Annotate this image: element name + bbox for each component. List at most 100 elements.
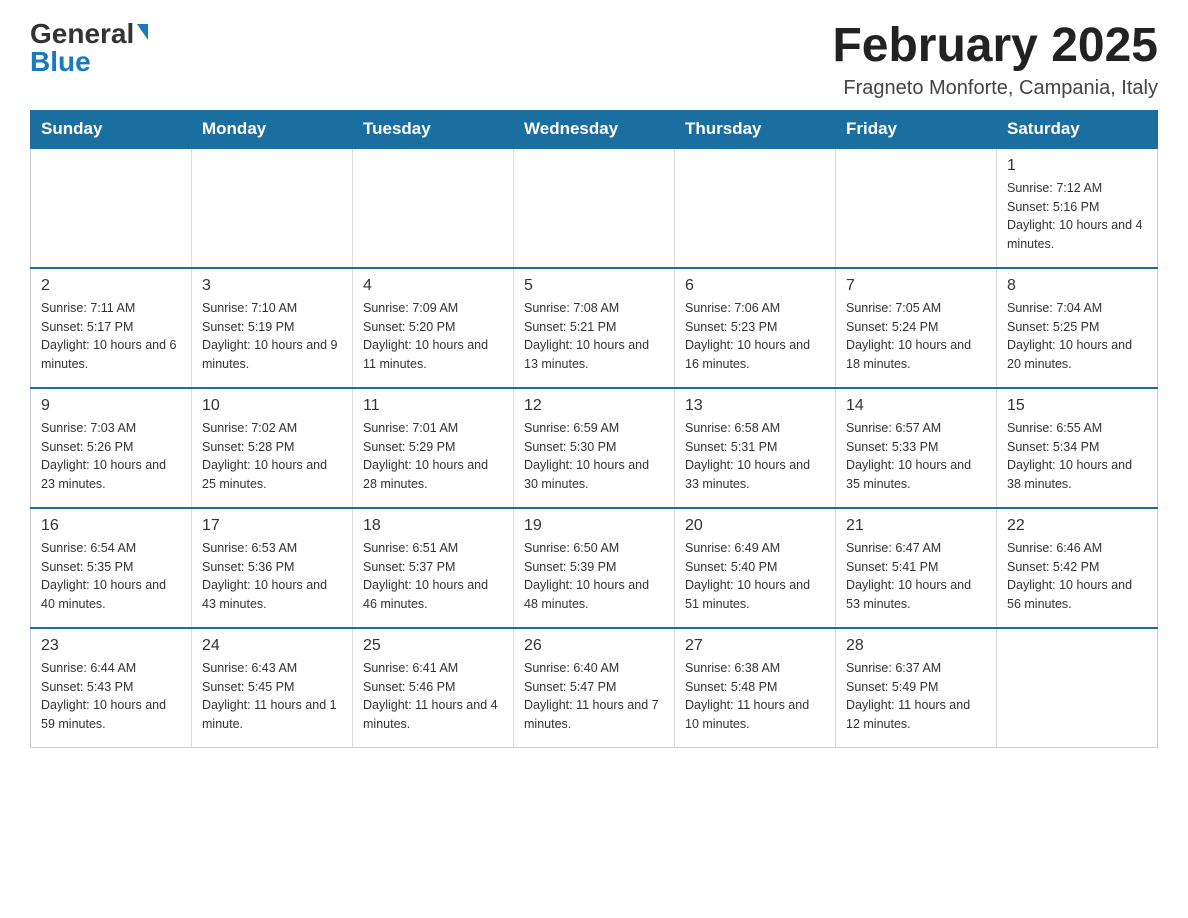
day-number: 27 bbox=[685, 637, 825, 655]
calendar-cell: 7Sunrise: 7:05 AMSunset: 5:24 PMDaylight… bbox=[836, 268, 997, 388]
day-info: Sunrise: 7:11 AMSunset: 5:17 PMDaylight:… bbox=[41, 299, 181, 374]
day-info: Sunrise: 7:06 AMSunset: 5:23 PMDaylight:… bbox=[685, 299, 825, 374]
day-info: Sunrise: 6:59 AMSunset: 5:30 PMDaylight:… bbox=[524, 419, 664, 494]
day-info: Sunrise: 6:47 AMSunset: 5:41 PMDaylight:… bbox=[846, 539, 986, 614]
day-number: 25 bbox=[363, 637, 503, 655]
day-number: 5 bbox=[524, 277, 664, 295]
day-info: Sunrise: 6:40 AMSunset: 5:47 PMDaylight:… bbox=[524, 659, 664, 734]
calendar-cell: 22Sunrise: 6:46 AMSunset: 5:42 PMDayligh… bbox=[997, 508, 1158, 628]
day-info: Sunrise: 6:49 AMSunset: 5:40 PMDaylight:… bbox=[685, 539, 825, 614]
day-number: 13 bbox=[685, 397, 825, 415]
calendar-cell: 17 Sunrise: 6:53 AMSunset: 5:36 PMDayligh… bbox=[192, 508, 353, 628]
day-info: Sunrise: 6:44 AMSunset: 5:43 PMDaylight:… bbox=[41, 659, 181, 734]
calendar-cell bbox=[836, 148, 997, 268]
day-info: Sunrise: 6:57 AMSunset: 5:33 PMDaylight:… bbox=[846, 419, 986, 494]
col-header-sunday: Sunday bbox=[31, 110, 192, 148]
calendar-cell: 25 Sunrise: 6:41 AMSunset: 5:46 PMDayligh… bbox=[353, 628, 514, 748]
col-header-tuesday: Tuesday bbox=[353, 110, 514, 148]
day-number: 2 bbox=[41, 277, 181, 295]
day-number: 12 bbox=[524, 397, 664, 415]
day-number: 24 bbox=[202, 637, 342, 655]
calendar-cell bbox=[353, 148, 514, 268]
calendar-cell: 9 Sunrise: 7:03 AMSunset: 5:26 PMDaylight… bbox=[31, 388, 192, 508]
calendar-cell: 27 Sunrise: 6:38 AMSunset: 5:48 PMDayligh… bbox=[675, 628, 836, 748]
calendar-table: SundayMondayTuesdayWednesdayThursdayFrid… bbox=[30, 110, 1158, 749]
day-number: 21 bbox=[846, 517, 986, 535]
calendar-week-row: 1Sunrise: 7:12 AMSunset: 5:16 PMDaylight… bbox=[31, 148, 1158, 268]
calendar-cell: 20 Sunrise: 6:49 AMSunset: 5:40 PMDayligh… bbox=[675, 508, 836, 628]
day-number: 20 bbox=[685, 517, 825, 535]
col-header-saturday: Saturday bbox=[997, 110, 1158, 148]
col-header-wednesday: Wednesday bbox=[514, 110, 675, 148]
calendar-week-row: 2 Sunrise: 7:11 AMSunset: 5:17 PMDaylight… bbox=[31, 268, 1158, 388]
calendar-subtitle: Fragneto Monforte, Campania, Italy bbox=[832, 77, 1158, 100]
day-info: Sunrise: 7:04 AMSunset: 5:25 PMDaylight:… bbox=[1007, 299, 1147, 374]
calendar-cell: 14 Sunrise: 6:57 AMSunset: 5:33 PMDayligh… bbox=[836, 388, 997, 508]
calendar-cell: 13Sunrise: 6:58 AMSunset: 5:31 PMDayligh… bbox=[675, 388, 836, 508]
calendar-cell bbox=[675, 148, 836, 268]
col-header-thursday: Thursday bbox=[675, 110, 836, 148]
day-info: Sunrise: 7:01 AMSunset: 5:29 PMDaylight:… bbox=[363, 419, 503, 494]
calendar-cell bbox=[514, 148, 675, 268]
calendar-week-row: 9 Sunrise: 7:03 AMSunset: 5:26 PMDaylight… bbox=[31, 388, 1158, 508]
day-info: Sunrise: 6:53 AMSunset: 5:36 PMDaylight:… bbox=[202, 539, 342, 614]
calendar-cell bbox=[997, 628, 1158, 748]
logo: General Blue bbox=[30, 20, 148, 76]
day-number: 6 bbox=[685, 277, 825, 295]
day-info: Sunrise: 6:38 AMSunset: 5:48 PMDaylight:… bbox=[685, 659, 825, 734]
day-info: Sunrise: 6:46 AMSunset: 5:42 PMDaylight:… bbox=[1007, 539, 1147, 614]
day-number: 28 bbox=[846, 637, 986, 655]
calendar-cell: 18Sunrise: 6:51 AMSunset: 5:37 PMDayligh… bbox=[353, 508, 514, 628]
calendar-cell bbox=[192, 148, 353, 268]
day-info: Sunrise: 6:55 AMSunset: 5:34 PMDaylight:… bbox=[1007, 419, 1147, 494]
day-number: 3 bbox=[202, 277, 342, 295]
day-info: Sunrise: 6:43 AMSunset: 5:45 PMDaylight:… bbox=[202, 659, 342, 734]
day-number: 9 bbox=[41, 397, 181, 415]
day-number: 17 bbox=[202, 517, 342, 535]
calendar-header-row: SundayMondayTuesdayWednesdayThursdayFrid… bbox=[31, 110, 1158, 148]
day-info: Sunrise: 7:08 AMSunset: 5:21 PMDaylight:… bbox=[524, 299, 664, 374]
day-info: Sunrise: 7:10 AMSunset: 5:19 PMDaylight:… bbox=[202, 299, 342, 374]
day-number: 26 bbox=[524, 637, 664, 655]
logo-blue-text: Blue bbox=[30, 48, 91, 76]
col-header-monday: Monday bbox=[192, 110, 353, 148]
day-info: Sunrise: 7:02 AMSunset: 5:28 PMDaylight:… bbox=[202, 419, 342, 494]
day-number: 18 bbox=[363, 517, 503, 535]
calendar-cell: 3 Sunrise: 7:10 AMSunset: 5:19 PMDaylight… bbox=[192, 268, 353, 388]
calendar-cell: 11 Sunrise: 7:01 AMSunset: 5:29 PMDayligh… bbox=[353, 388, 514, 508]
day-number: 8 bbox=[1007, 277, 1147, 295]
logo-general-text: General bbox=[30, 20, 134, 48]
day-info: Sunrise: 6:41 AMSunset: 5:46 PMDaylight:… bbox=[363, 659, 503, 734]
day-info: Sunrise: 6:37 AMSunset: 5:49 PMDaylight:… bbox=[846, 659, 986, 734]
day-info: Sunrise: 7:03 AMSunset: 5:26 PMDaylight:… bbox=[41, 419, 181, 494]
calendar-cell: 19Sunrise: 6:50 AMSunset: 5:39 PMDayligh… bbox=[514, 508, 675, 628]
calendar-cell: 10 Sunrise: 7:02 AMSunset: 5:28 PMDayligh… bbox=[192, 388, 353, 508]
day-number: 10 bbox=[202, 397, 342, 415]
title-section: February 2025 Fragneto Monforte, Campani… bbox=[832, 20, 1158, 100]
day-info: Sunrise: 6:50 AMSunset: 5:39 PMDaylight:… bbox=[524, 539, 664, 614]
calendar-cell: 16Sunrise: 6:54 AMSunset: 5:35 PMDayligh… bbox=[31, 508, 192, 628]
calendar-cell: 21 Sunrise: 6:47 AMSunset: 5:41 PMDayligh… bbox=[836, 508, 997, 628]
calendar-cell: 1Sunrise: 7:12 AMSunset: 5:16 PMDaylight… bbox=[997, 148, 1158, 268]
calendar-cell: 6 Sunrise: 7:06 AMSunset: 5:23 PMDaylight… bbox=[675, 268, 836, 388]
calendar-cell: 2 Sunrise: 7:11 AMSunset: 5:17 PMDaylight… bbox=[31, 268, 192, 388]
calendar-title: February 2025 bbox=[832, 20, 1158, 73]
day-info: Sunrise: 7:09 AMSunset: 5:20 PMDaylight:… bbox=[363, 299, 503, 374]
calendar-cell: 5 Sunrise: 7:08 AMSunset: 5:21 PMDaylight… bbox=[514, 268, 675, 388]
calendar-week-row: 23Sunrise: 6:44 AMSunset: 5:43 PMDayligh… bbox=[31, 628, 1158, 748]
day-number: 14 bbox=[846, 397, 986, 415]
day-number: 4 bbox=[363, 277, 503, 295]
day-number: 7 bbox=[846, 277, 986, 295]
day-number: 11 bbox=[363, 397, 503, 415]
calendar-cell: 12 Sunrise: 6:59 AMSunset: 5:30 PMDayligh… bbox=[514, 388, 675, 508]
col-header-friday: Friday bbox=[836, 110, 997, 148]
day-info: Sunrise: 7:12 AMSunset: 5:16 PMDaylight:… bbox=[1007, 179, 1147, 254]
calendar-cell: 28 Sunrise: 6:37 AMSunset: 5:49 PMDayligh… bbox=[836, 628, 997, 748]
calendar-cell: 23Sunrise: 6:44 AMSunset: 5:43 PMDayligh… bbox=[31, 628, 192, 748]
calendar-cell bbox=[31, 148, 192, 268]
calendar-cell: 24 Sunrise: 6:43 AMSunset: 5:45 PMDayligh… bbox=[192, 628, 353, 748]
calendar-cell: 15Sunrise: 6:55 AMSunset: 5:34 PMDayligh… bbox=[997, 388, 1158, 508]
calendar-cell: 26 Sunrise: 6:40 AMSunset: 5:47 PMDayligh… bbox=[514, 628, 675, 748]
calendar-week-row: 16Sunrise: 6:54 AMSunset: 5:35 PMDayligh… bbox=[31, 508, 1158, 628]
calendar-cell: 4 Sunrise: 7:09 AMSunset: 5:20 PMDaylight… bbox=[353, 268, 514, 388]
